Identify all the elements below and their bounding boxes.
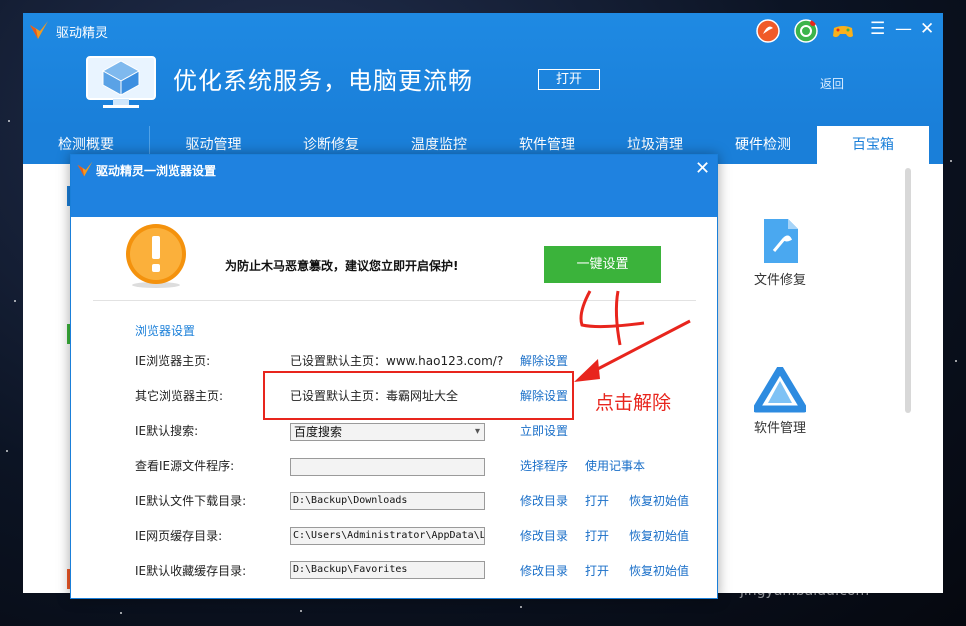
cache-dir-field[interactable]: C:\Users\Administrator\AppData\L bbox=[290, 527, 485, 545]
favorites-dir-open-link[interactable]: 打开 bbox=[585, 562, 609, 579]
ie-search-label: IE默认搜索: bbox=[135, 424, 199, 438]
back-link[interactable]: 返回 bbox=[820, 75, 844, 92]
close-icon[interactable]: ✕ bbox=[695, 159, 710, 179]
favorites-dir-field[interactable]: D:\Backup\Favorites bbox=[290, 561, 485, 579]
ie-search-set-link[interactable]: 立即设置 bbox=[520, 422, 568, 439]
tool-label: 文件修复 bbox=[753, 273, 806, 288]
open-button[interactable]: 打开 bbox=[538, 69, 600, 90]
star bbox=[8, 120, 10, 122]
tool-file-repair[interactable]: 文件修复 bbox=[745, 217, 815, 288]
star bbox=[120, 612, 122, 614]
close-icon[interactable]: ✕ bbox=[920, 19, 934, 39]
dialog-title: 驱动精灵一浏览器设置 bbox=[96, 164, 217, 178]
dialog-header: 驱动精灵一浏览器设置 ✕ bbox=[71, 155, 717, 217]
app-logo-icon bbox=[77, 161, 93, 177]
choose-program-link[interactable]: 选择程序 bbox=[520, 457, 568, 474]
download-dir-open-link[interactable]: 打开 bbox=[585, 492, 609, 509]
star bbox=[955, 360, 957, 362]
svg-text:经验: 经验 bbox=[850, 544, 918, 584]
view-source-label: 查看IE源文件程序: bbox=[135, 459, 235, 473]
annotation-arrow-and-step bbox=[574, 290, 691, 382]
download-dir-change-link[interactable]: 修改目录 bbox=[520, 492, 568, 509]
security-icon[interactable] bbox=[794, 19, 818, 43]
tab-toolbox[interactable]: 百宝箱 bbox=[817, 126, 929, 164]
star bbox=[520, 606, 522, 608]
app-logo-icon bbox=[30, 21, 48, 39]
ie-search-select[interactable]: 百度搜索 ▾ bbox=[290, 423, 485, 441]
section-title: 浏览器设置 bbox=[135, 324, 196, 338]
annotation-label: 点击解除 bbox=[595, 392, 672, 414]
warning-icon bbox=[126, 224, 186, 288]
download-dir-label: IE默认文件下载目录: bbox=[135, 494, 247, 508]
favorites-dir-restore-link[interactable]: 恢复初始值 bbox=[629, 562, 689, 579]
one-click-setup-button[interactable]: 一键设置 bbox=[544, 246, 661, 283]
tool-software-manager[interactable]: 软件管理 bbox=[745, 365, 815, 436]
ie-search-selected: 百度搜索 bbox=[294, 425, 343, 439]
cache-dir-restore-link[interactable]: 恢复初始值 bbox=[629, 527, 689, 544]
chevron-down-icon: ▾ bbox=[474, 426, 480, 437]
warning-message: 为防止木马恶意篡改，建议您立即开启保护! bbox=[225, 259, 459, 273]
menu-icon[interactable]: ☰ bbox=[870, 19, 885, 39]
ie-homepage-value: 已设置默认主页：www.hao123.com/? bbox=[290, 354, 504, 368]
cache-dir-label: IE网页缓存目录: bbox=[135, 529, 223, 543]
download-dir-field[interactable]: D:\Backup\Downloads bbox=[290, 492, 485, 510]
star bbox=[950, 160, 952, 162]
app-title: 驱动精灵 bbox=[56, 26, 109, 41]
cache-dir-open-link[interactable]: 打开 bbox=[585, 527, 609, 544]
app-header: 驱动精灵 优化系统服务，电脑更流畅 打开 返回 ☰ — ✕ bbox=[23, 13, 943, 126]
star bbox=[14, 300, 16, 302]
software-manager-icon bbox=[752, 365, 808, 413]
baidu-jingyan-watermark: Bai 经验 bbox=[740, 538, 918, 584]
tab-hardware-detect[interactable]: 硬件检测 bbox=[709, 126, 817, 164]
highlight-box bbox=[263, 371, 574, 420]
tool-label: 软件管理 bbox=[753, 421, 806, 436]
game-controller-icon[interactable] bbox=[831, 19, 855, 43]
promo-headline: 优化系统服务，电脑更流畅 bbox=[173, 67, 473, 95]
watermark-url: jingyan.baidu.com bbox=[740, 583, 870, 599]
star bbox=[300, 610, 302, 612]
favorites-dir-change-link[interactable]: 修改目录 bbox=[520, 562, 568, 579]
download-dir-restore-link[interactable]: 恢复初始值 bbox=[629, 492, 689, 509]
cache-dir-change-link[interactable]: 修改目录 bbox=[520, 527, 568, 544]
file-repair-icon bbox=[764, 219, 798, 263]
minimize-icon[interactable]: — bbox=[895, 19, 912, 39]
ie-homepage-label: IE浏览器主页: bbox=[135, 354, 211, 368]
svg-text:Bai: Bai bbox=[740, 540, 802, 584]
computer-box-icon bbox=[86, 56, 156, 108]
view-source-field[interactable] bbox=[290, 458, 485, 476]
favorites-dir-label: IE默认收藏缓存目录: bbox=[135, 564, 247, 578]
other-homepage-label: 其它浏览器主页: bbox=[135, 389, 224, 403]
speedup-icon[interactable] bbox=[756, 19, 780, 43]
star bbox=[6, 450, 8, 452]
content-scrollbar[interactable] bbox=[905, 168, 911, 413]
use-notepad-link[interactable]: 使用记事本 bbox=[585, 457, 645, 474]
